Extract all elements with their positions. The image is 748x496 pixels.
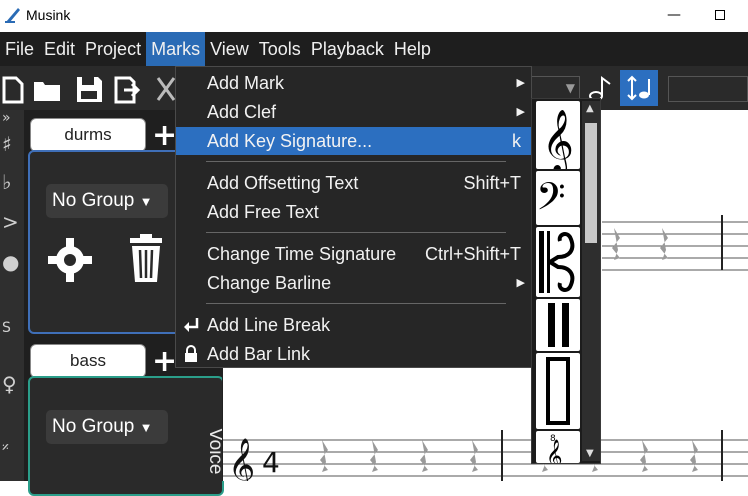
treble-8vb-clef-option[interactable]: 8 𝄞 — [536, 431, 580, 463]
flat-icon[interactable]: ♭ — [2, 170, 11, 194]
bass-clef-icon: 𝄢 — [536, 174, 566, 228]
svg-text:𝄢: 𝄢 — [536, 174, 566, 225]
transpose-icon — [627, 75, 650, 101]
save-icon[interactable] — [74, 74, 104, 104]
menu-playback[interactable]: Playback — [306, 32, 389, 66]
window-title: Musink — [26, 7, 71, 23]
menu-file[interactable]: File — [0, 32, 39, 66]
segno-icon[interactable]: S — [2, 320, 11, 336]
clef-submenu: 𝄞 𝄢 8 𝄞 ▲ ▼ — [531, 98, 601, 464]
expand-palette-icon[interactable]: » — [2, 110, 11, 126]
percussion-clef-icon — [548, 303, 569, 347]
menu-help[interactable]: Help — [389, 32, 436, 66]
group-dropdown[interactable]: No Group ▼ — [46, 410, 168, 444]
new-file-icon[interactable] — [0, 74, 30, 104]
open-folder-icon[interactable] — [32, 74, 62, 104]
svg-text:𝄞: 𝄞 — [546, 439, 563, 463]
line-break-icon — [184, 318, 199, 332]
chevron-right-icon: ▶ — [516, 77, 525, 89]
menu-view[interactable]: View — [205, 32, 254, 66]
menu-item-add-line-break[interactable]: Add Line Break — [176, 311, 531, 339]
alto-clef-icon — [539, 231, 575, 293]
treble-clef-option[interactable]: 𝄞 — [536, 101, 580, 175]
chevron-down-icon: ▼ — [139, 194, 153, 209]
menu-tools[interactable]: Tools — [254, 32, 306, 66]
group-label: No Group — [52, 190, 135, 211]
menu-edit[interactable]: Edit — [39, 32, 80, 66]
dot-icon[interactable]: ● — [2, 250, 19, 274]
tab-clef-icon — [546, 357, 570, 425]
app-icon — [5, 8, 20, 23]
submenu-scrollbar[interactable]: ▲ ▼ — [582, 101, 600, 461]
add-track-button[interactable]: + — [152, 344, 177, 379]
menu-bar: File Edit Project Marks View Tools Playb… — [0, 32, 748, 66]
menu-marks[interactable]: Marks — [146, 32, 206, 66]
female-symbol-icon[interactable]: ♀ — [2, 372, 17, 396]
accent-icon[interactable]: > — [2, 210, 19, 234]
treble-clef-icon: 𝄞 — [542, 109, 574, 175]
track-name-field[interactable]: durms — [30, 118, 146, 152]
menu-item-add-free-text[interactable]: Add Free Text — [176, 198, 531, 226]
title-bar: Musink — — [0, 0, 748, 32]
menu-item-add-bar-link[interactable]: Add Bar Link — [176, 340, 531, 368]
menu-item-change-time-signature[interactable]: Change Time Signature Ctrl+Shift+T — [176, 240, 531, 268]
menu-item-change-barline[interactable]: Change Barline ▶ — [176, 269, 531, 297]
gear-icon[interactable] — [44, 234, 96, 286]
time-signature-icon: 4 — [262, 446, 280, 479]
menu-separator — [206, 303, 506, 304]
bass-clef-option[interactable]: 𝄢 — [536, 171, 580, 228]
mark-palette: » ♯ ♭ > ● S ♀ 𝄎 — [0, 110, 24, 481]
alto-clef-option[interactable] — [536, 227, 580, 297]
maximize-button[interactable] — [706, 4, 734, 28]
treble-clef-icon: 𝄞 — [228, 437, 255, 481]
track-name-field[interactable]: bass — [30, 344, 146, 378]
chevron-down-icon: ▼ — [565, 81, 575, 95]
scroll-up-icon[interactable]: ▲ — [586, 103, 594, 114]
menu-separator — [206, 161, 506, 162]
lock-icon — [185, 345, 197, 362]
minimize-button[interactable]: — — [660, 4, 688, 28]
export-icon[interactable] — [112, 74, 142, 104]
tab-clef-option[interactable] — [536, 353, 580, 429]
menu-item-add-clef[interactable]: Add Clef ▶ — [176, 98, 531, 126]
group-dropdown[interactable]: No Group ▼ — [46, 184, 168, 218]
trash-icon[interactable] — [120, 232, 172, 284]
chevron-down-icon: ▼ — [139, 420, 153, 435]
marks-menu: Add Mark ▶ Add Clef ▶ Add Key Signature.… — [175, 66, 532, 368]
treble-8vb-clef-icon: 8 𝄞 — [546, 434, 563, 463]
scroll-down-icon[interactable]: ▼ — [586, 448, 594, 459]
sharp-icon[interactable]: ♯ — [2, 132, 12, 156]
group-label: No Group — [52, 416, 135, 437]
transpose-toggle[interactable] — [620, 70, 658, 106]
percussion-clef-option[interactable] — [536, 299, 580, 351]
toolbar-field[interactable] — [668, 76, 748, 102]
chevron-right-icon: ▶ — [516, 277, 525, 289]
svg-text:𝄞: 𝄞 — [542, 109, 574, 169]
scrollbar-thumb[interactable] — [585, 123, 597, 243]
menu-separator — [206, 232, 506, 233]
add-track-button[interactable]: + — [152, 118, 177, 153]
menu-item-add-offsetting-text[interactable]: Add Offsetting Text Shift+T — [176, 169, 531, 197]
palette-glyph-icon[interactable]: 𝄎 — [2, 440, 9, 456]
menu-project[interactable]: Project — [80, 32, 146, 66]
menu-item-add-key-signature[interactable]: Add Key Signature... k — [176, 127, 531, 155]
chevron-right-icon: ▶ — [516, 106, 525, 118]
menu-item-add-mark[interactable]: Add Mark ▶ — [176, 69, 531, 97]
